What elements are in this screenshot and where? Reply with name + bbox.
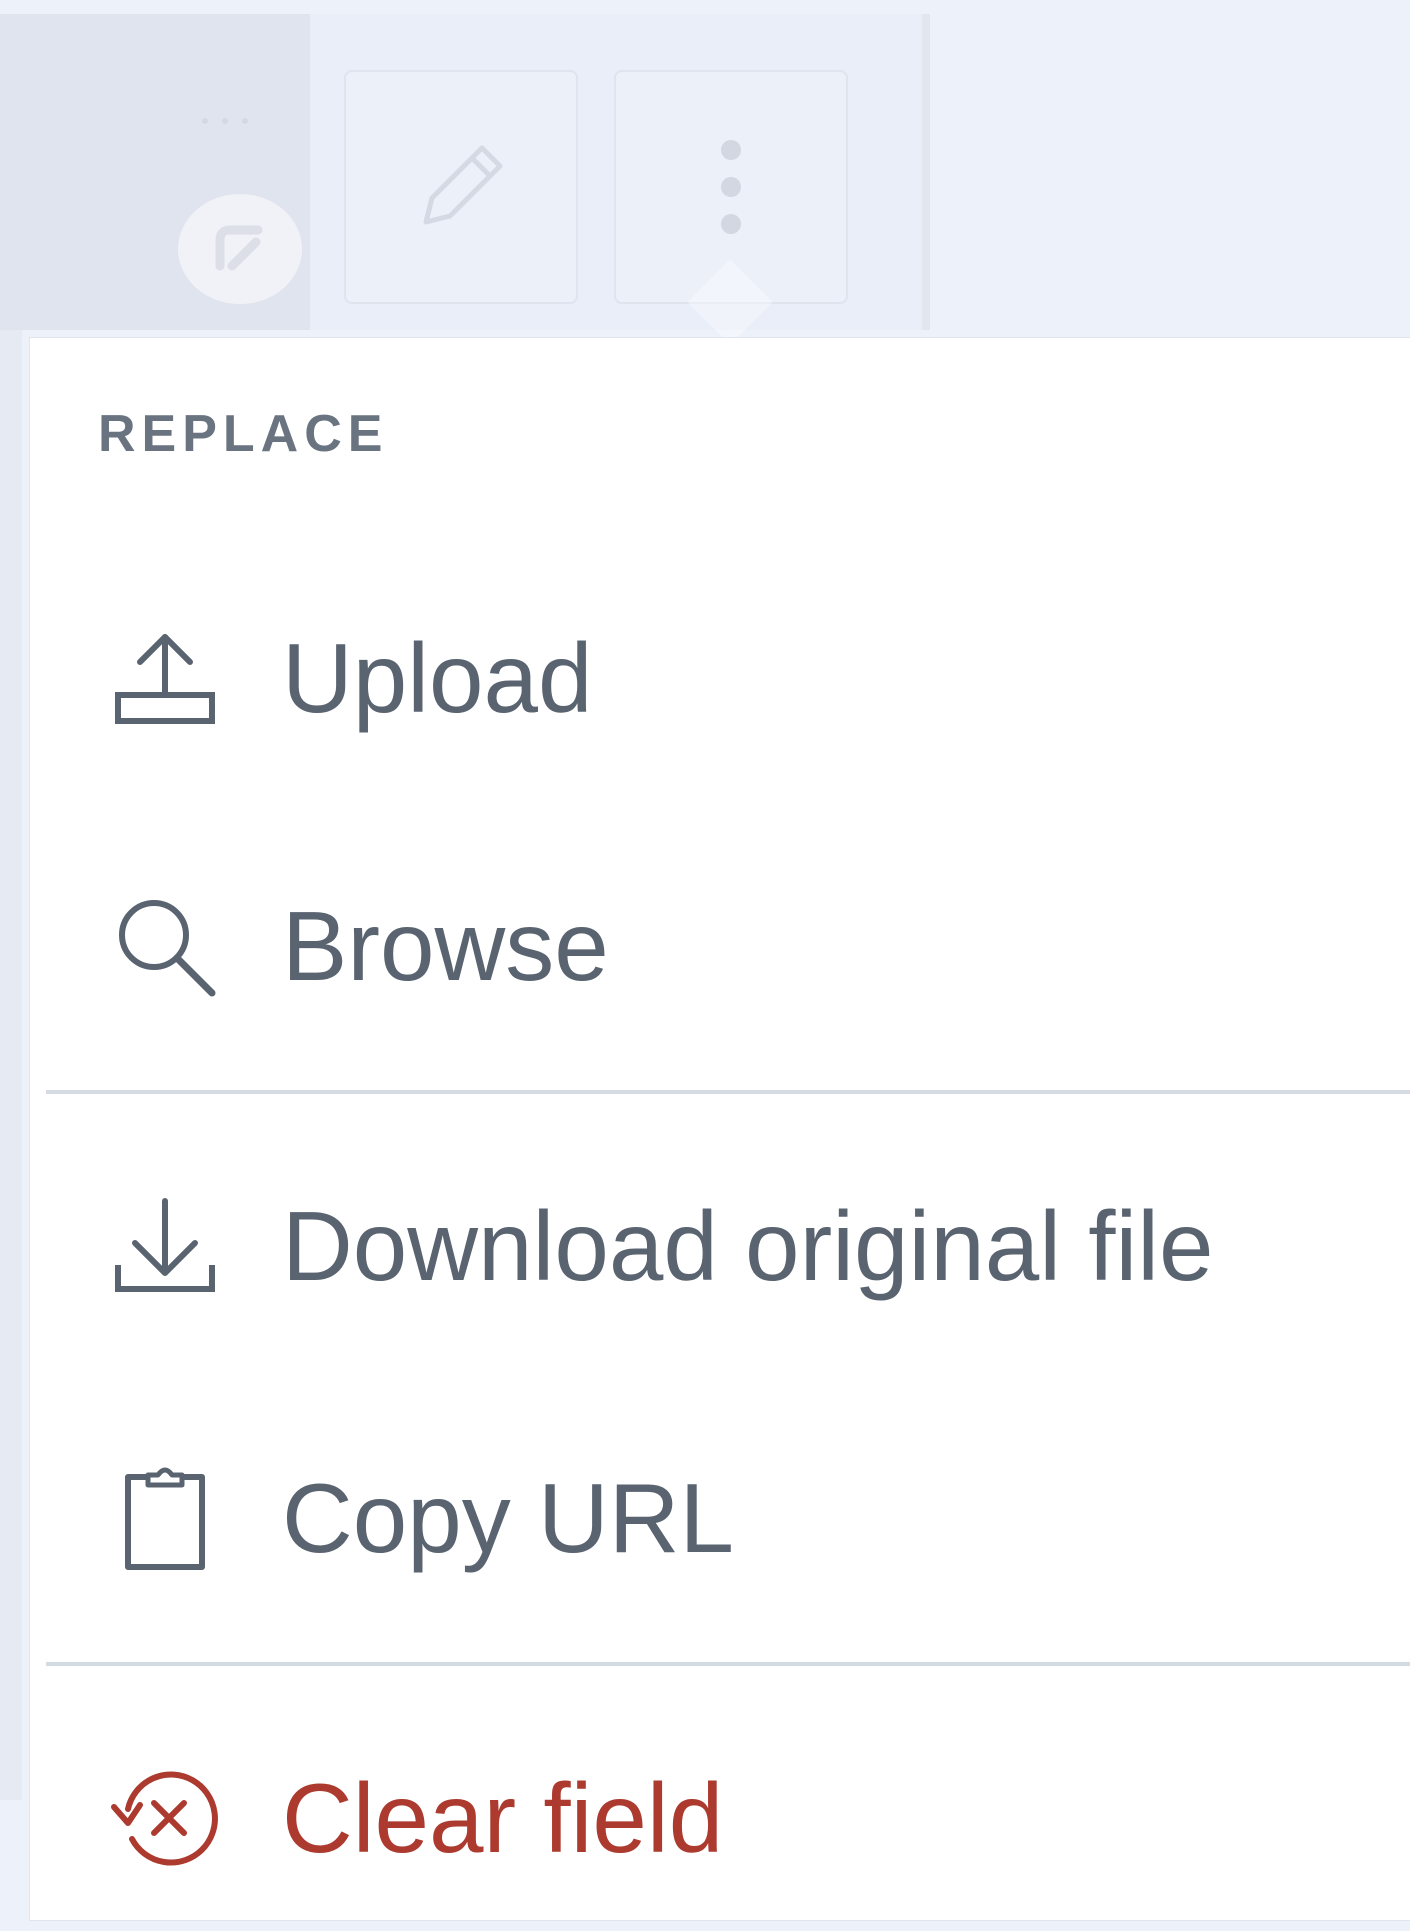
clear-field-icon (111, 1771, 218, 1866)
menu-item-browse[interactable]: Browse (30, 846, 1410, 1046)
upload-icon (115, 634, 215, 724)
menu-item-label: Browse (282, 891, 609, 1001)
edit-button[interactable] (344, 70, 578, 304)
clipboard-icon (125, 1467, 205, 1570)
asset-toolbar (0, 14, 930, 330)
section-label-replace: REPLACE (98, 405, 389, 463)
thumbnail-dots (200, 110, 250, 131)
vertical-ellipsis-icon (721, 140, 741, 234)
menu-item-label: Upload (282, 623, 593, 733)
menu-item-label: Download original file (282, 1191, 1214, 1301)
image-thumbnail[interactable] (0, 14, 310, 330)
replace-menu: REPLACE Upload Browse Download original … (30, 338, 1410, 1920)
menu-item-label: Copy URL (282, 1463, 735, 1573)
pencil-icon (423, 145, 503, 225)
menu-divider (46, 1090, 1410, 1094)
menu-item-download-original-file[interactable]: Download original file (30, 1146, 1410, 1346)
toolbar-divider (922, 14, 930, 330)
field-left-strip (0, 330, 22, 1800)
download-icon (115, 1198, 215, 1292)
thumbnail-logo-icon (178, 194, 302, 304)
menu-item-upload[interactable]: Upload (30, 578, 1410, 778)
menu-item-copy-url[interactable]: Copy URL (30, 1418, 1410, 1618)
menu-divider (46, 1662, 1410, 1666)
menu-item-label: Clear field (282, 1763, 724, 1873)
search-icon (119, 900, 216, 997)
menu-item-clear-field[interactable]: Clear field (30, 1718, 1410, 1918)
